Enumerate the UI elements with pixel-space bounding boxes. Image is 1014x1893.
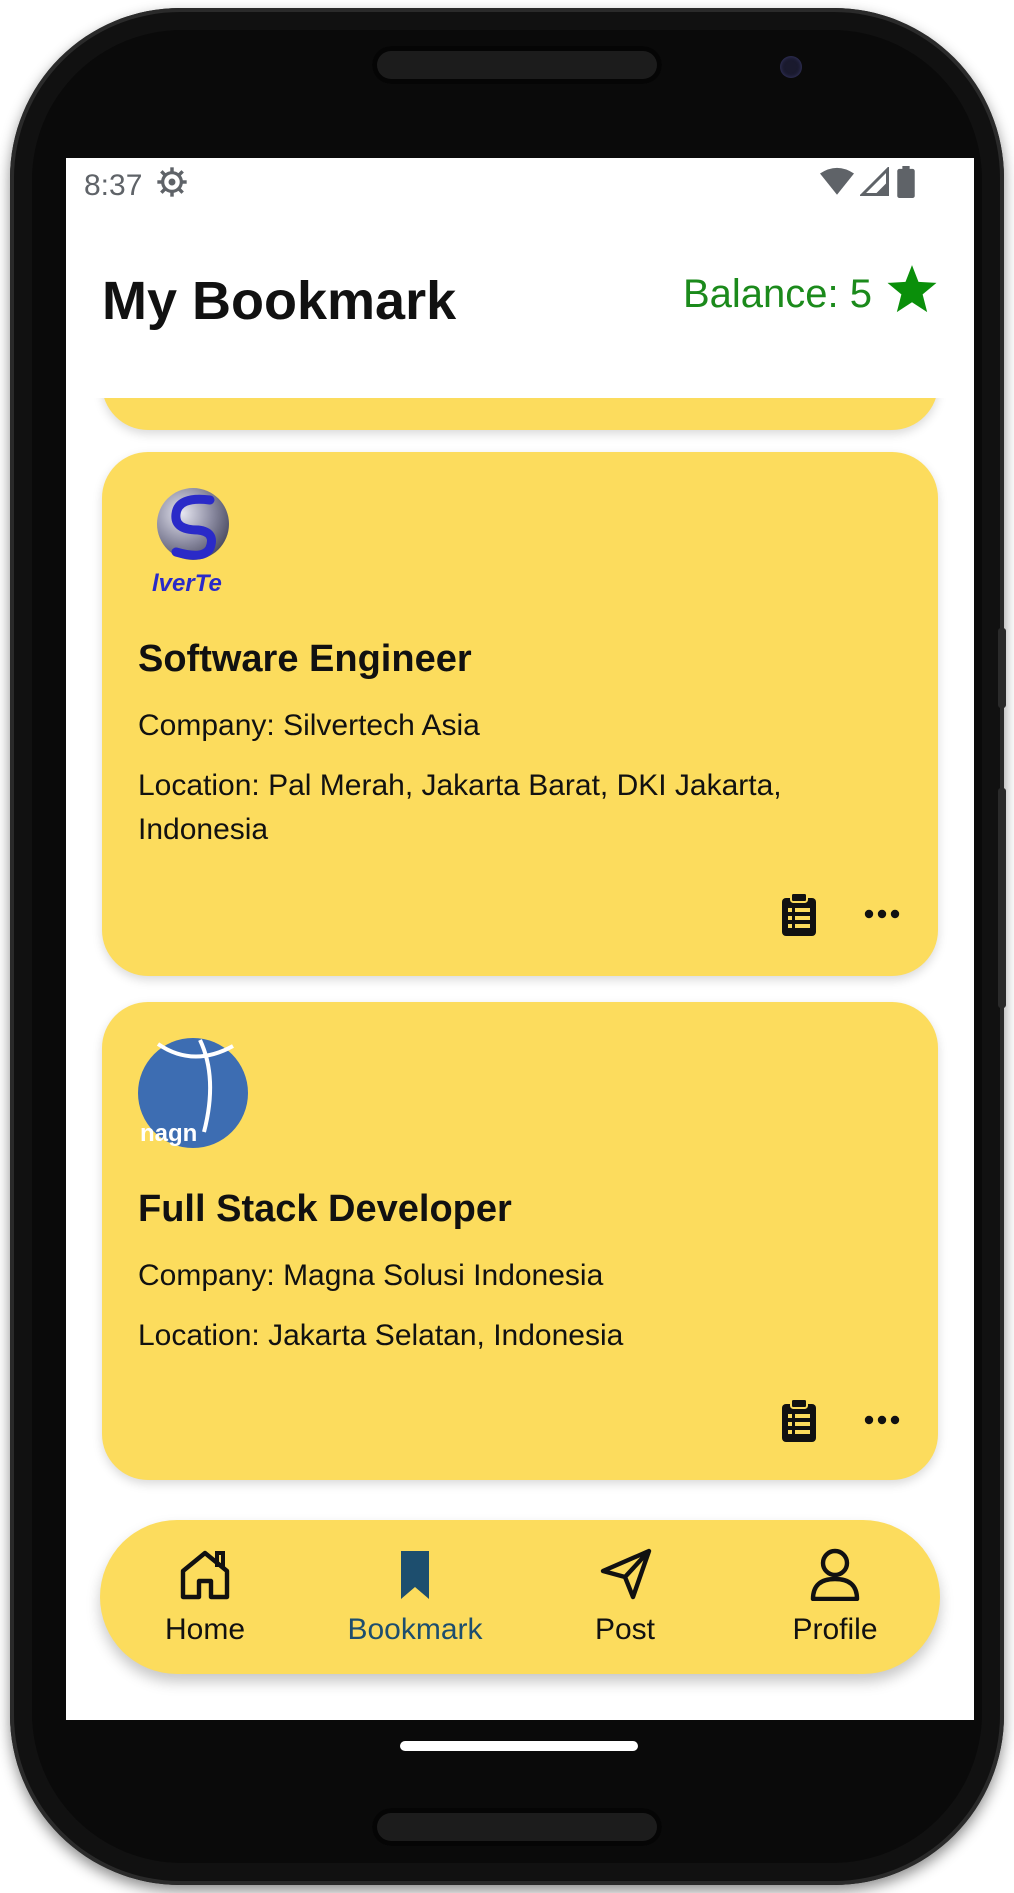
settings-gear-icon	[156, 166, 188, 206]
more-options-icon[interactable]	[864, 1412, 900, 1430]
job-location: Location: Jakarta Selatan, Indonesia	[138, 1319, 624, 1352]
company-logo: nagn	[138, 1038, 248, 1148]
nav-item-post[interactable]: Post	[525, 1547, 725, 1647]
balance-label: Balance: 5	[682, 271, 872, 316]
balance-display[interactable]: Balance: 5	[683, 264, 938, 324]
more-options-icon[interactable]	[864, 906, 900, 924]
nav-item-bookmark[interactable]: Bookmark	[315, 1547, 515, 1647]
apply-clipboard-icon[interactable]	[782, 1398, 816, 1447]
bookmark-card[interactable]: nagn Full Stack Developer Company: Magna…	[102, 1002, 938, 1480]
star-icon	[886, 264, 938, 324]
nav-label: Bookmark	[347, 1613, 483, 1646]
status-bar: 8:37	[66, 158, 974, 214]
person-icon	[807, 1547, 863, 1609]
app-screen: 8:37 My Bookmark Balance: 5 lverTe Softw…	[66, 158, 974, 1720]
home-indicator[interactable]	[400, 1741, 638, 1751]
apply-clipboard-icon[interactable]	[782, 892, 816, 941]
status-time: 8:37	[84, 169, 143, 202]
send-icon	[597, 1547, 653, 1609]
bookmark-card[interactable]: lverTe Software Engineer Company: Silver…	[102, 452, 938, 976]
nav-label: Profile	[792, 1613, 878, 1646]
company-logo-text: nagn	[140, 1120, 198, 1147]
signal-icon	[858, 165, 890, 205]
company-name: Company: Magna Solusi Indonesia	[138, 1259, 604, 1292]
page-title: My Bookmark	[102, 271, 457, 331]
bottom-speaker	[372, 1808, 662, 1846]
home-icon	[177, 1547, 233, 1609]
volume-button	[998, 788, 1006, 1008]
nav-item-home[interactable]: Home	[105, 1547, 305, 1647]
top-speaker	[372, 46, 662, 84]
battery-icon	[896, 166, 916, 206]
job-title[interactable]: Software Engineer	[138, 638, 472, 681]
phone-frame: 8:37 My Bookmark Balance: 5 lverTe Softw…	[10, 8, 1006, 1885]
company-logo: lverTe	[138, 486, 248, 597]
job-location: Location: Pal Merah, Jakarta Barat, DKI …	[138, 769, 782, 846]
nav-label: Post	[594, 1613, 656, 1646]
nav-label: Home	[164, 1613, 246, 1646]
front-camera	[780, 56, 802, 78]
side-button	[998, 628, 1006, 708]
wifi-icon	[820, 167, 854, 205]
bookmark-card-partial[interactable]	[102, 398, 938, 430]
job-title[interactable]: Full Stack Developer	[138, 1188, 512, 1231]
company-name: Company: Silvertech Asia	[138, 709, 480, 742]
company-logo-text: lverTe	[152, 570, 222, 597]
bottom-navigation: Home Bookmark Post Profile	[100, 1520, 940, 1674]
nav-item-profile[interactable]: Profile	[735, 1547, 935, 1647]
bookmark-icon	[387, 1547, 443, 1609]
